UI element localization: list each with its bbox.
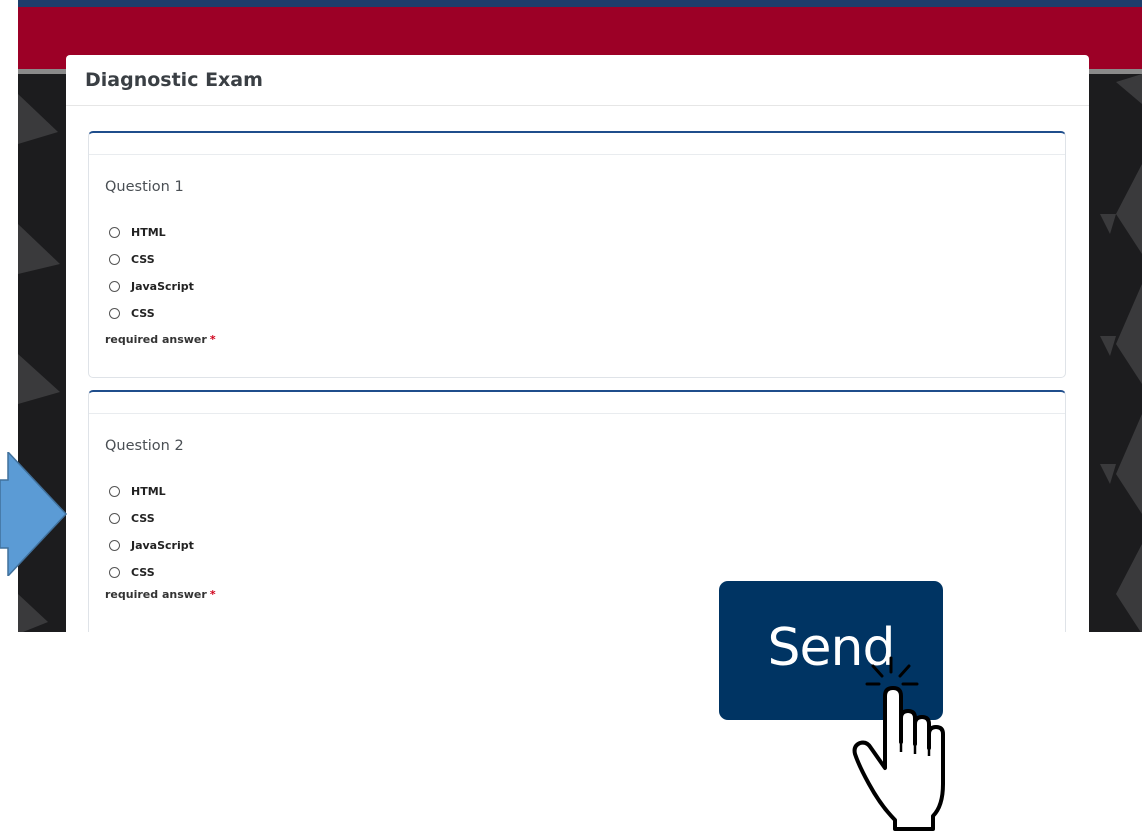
hand-pointer-icon (852, 656, 945, 831)
answer-option[interactable]: HTML (109, 219, 1065, 246)
required-label: required answer (105, 333, 207, 346)
radio-unchecked-icon[interactable] (109, 486, 120, 497)
radio-unchecked-icon[interactable] (109, 227, 120, 238)
required-label: required answer (105, 588, 207, 601)
answer-option-label: JavaScript (131, 539, 194, 552)
question-card-header (89, 392, 1065, 414)
answer-option[interactable]: CSS (109, 246, 1065, 273)
answer-option-label: HTML (131, 485, 166, 498)
answer-option-label: CSS (131, 307, 155, 320)
answer-option[interactable]: CSS (109, 300, 1065, 327)
answer-option[interactable]: CSS (109, 505, 1065, 532)
required-note: required answer * (105, 333, 1065, 346)
required-star: * (209, 588, 216, 601)
answer-option-label: CSS (131, 566, 155, 579)
answer-option[interactable]: JavaScript (109, 532, 1065, 559)
radio-unchecked-icon[interactable] (109, 567, 120, 578)
answer-option-label: CSS (131, 253, 155, 266)
question-title: Question 1 (105, 179, 184, 195)
radio-unchecked-icon[interactable] (109, 513, 120, 524)
radio-unchecked-icon[interactable] (109, 540, 120, 551)
answer-option-label: JavaScript (131, 280, 194, 293)
exam-card: Diagnostic Exam Question 1 HTML CSS Java… (66, 55, 1089, 632)
question-title: Question 2 (105, 438, 184, 454)
answer-option-label: HTML (131, 226, 166, 239)
question-card-1: Question 1 HTML CSS JavaScript CSS requi… (88, 131, 1066, 378)
answer-options: HTML CSS JavaScript CSS (109, 478, 1065, 586)
answer-option[interactable]: JavaScript (109, 273, 1065, 300)
radio-unchecked-icon[interactable] (109, 254, 120, 265)
radio-unchecked-icon[interactable] (109, 281, 120, 292)
radio-unchecked-icon[interactable] (109, 308, 120, 319)
browser-screenshot: Diagnostic Exam Question 1 HTML CSS Java… (18, 0, 1142, 632)
arrow-right-icon (0, 452, 68, 576)
required-star: * (209, 333, 216, 346)
question-card-header (89, 133, 1065, 155)
exam-header: Diagnostic Exam (66, 55, 1089, 106)
answer-option[interactable]: HTML (109, 478, 1065, 505)
top-accent-line (18, 0, 1142, 7)
answer-options: HTML CSS JavaScript CSS (109, 219, 1065, 327)
exam-title: Diagnostic Exam (85, 69, 263, 91)
answer-option-label: CSS (131, 512, 155, 525)
